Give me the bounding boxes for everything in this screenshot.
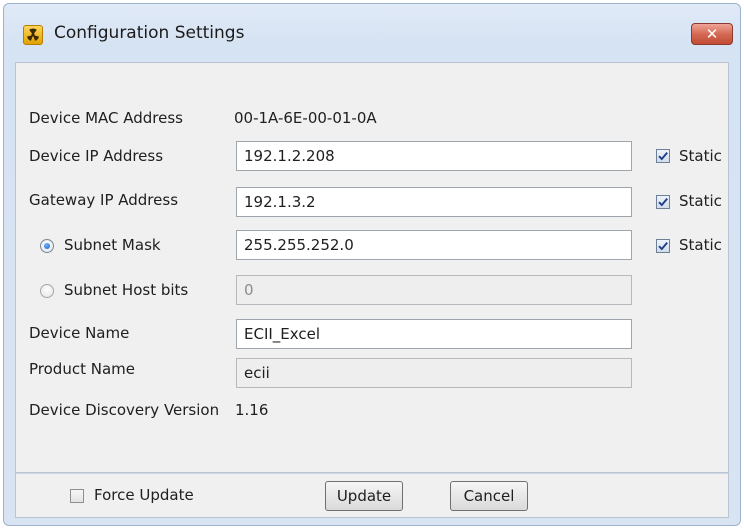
settings-panel: Device MAC Address 00-1A-6E-00-01-0A Dev… [15, 62, 729, 473]
gateway-address-field[interactable]: 192.1.3.2 [236, 187, 632, 217]
force-update-checkbox[interactable] [70, 489, 84, 503]
checkmark-icon [658, 241, 668, 251]
force-update-label: Force Update [94, 486, 194, 504]
device-name-field[interactable]: ECII_Excel [236, 319, 632, 349]
radiation-icon [23, 25, 43, 45]
subnet-host-bits-field: 0 [236, 275, 632, 305]
subnet-mask-field[interactable]: 255.255.252.0 [236, 230, 632, 260]
checkmark-icon [658, 151, 668, 161]
checkmark-icon [658, 197, 668, 207]
subnet-static-label: Static [679, 236, 722, 254]
title-bar[interactable]: Configuration Settings ✕ [4, 4, 740, 62]
subnet-static-checkbox[interactable] [656, 239, 670, 253]
ip-static-label: Static [679, 147, 722, 165]
device-name-label: Device Name [29, 324, 130, 342]
discovery-version-value: 1.16 [235, 401, 269, 419]
gateway-static-label: Static [679, 192, 722, 210]
close-icon: ✕ [705, 25, 719, 43]
ip-address-field[interactable]: 192.1.2.208 [236, 141, 632, 171]
cancel-button[interactable]: Cancel [450, 481, 528, 511]
configuration-settings-window: Configuration Settings ✕ Device MAC Addr… [3, 3, 741, 526]
update-button[interactable]: Update [325, 481, 403, 511]
gateway-address-label: Gateway IP Address [29, 191, 179, 209]
product-name-label: Product Name [29, 360, 135, 378]
close-button[interactable]: ✕ [691, 23, 733, 45]
subnet-mask-radio[interactable] [40, 239, 54, 253]
subnet-host-bits-label: Subnet Host bits [64, 281, 189, 299]
mac-address-label: Device MAC Address [29, 109, 183, 127]
button-bar: Force Update Update Cancel [15, 473, 729, 518]
mac-address-value: 00-1A-6E-00-01-0A [234, 109, 377, 127]
discovery-version-label: Device Discovery Version [29, 401, 220, 419]
radio-selected-dot [44, 243, 50, 249]
ip-address-label: Device IP Address [29, 147, 164, 165]
subnet-mask-label: Subnet Mask [64, 236, 161, 254]
window-title: Configuration Settings [54, 23, 245, 43]
ip-static-checkbox[interactable] [656, 149, 670, 163]
product-name-field: ecii [236, 358, 632, 388]
subnet-host-bits-radio[interactable] [40, 284, 54, 298]
gateway-static-checkbox[interactable] [656, 195, 670, 209]
